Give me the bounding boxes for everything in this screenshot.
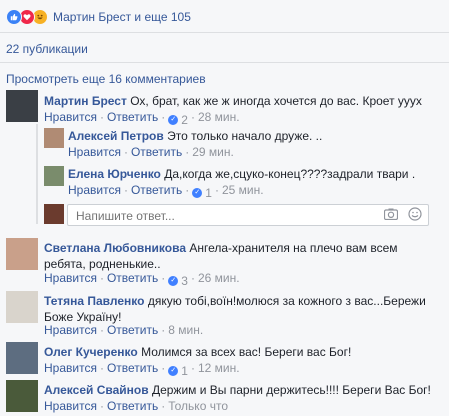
timestamp[interactable]: 8 мин. bbox=[168, 323, 203, 337]
comment-actions: Нравится · Ответить · 29 мин. bbox=[68, 145, 234, 159]
avatar[interactable] bbox=[6, 238, 38, 270]
like-count-value: 1 bbox=[181, 364, 188, 378]
comment-author[interactable]: Олег Кучеренко bbox=[44, 345, 138, 359]
timestamp[interactable]: 29 мин. bbox=[192, 145, 234, 159]
like-count[interactable]: ✓ 1 bbox=[168, 364, 188, 378]
timestamp[interactable]: Только что bbox=[168, 399, 228, 413]
view-more-comments[interactable]: Просмотреть еще 16 комментариев bbox=[6, 72, 206, 86]
comment-actions: Нравится · Ответить · ✓ 2 · 28 мин. bbox=[44, 110, 240, 127]
avatar[interactable] bbox=[6, 90, 38, 122]
comment-author[interactable]: Светлана Любовникова bbox=[44, 241, 186, 255]
comment-body: Светлана Любовникова Ангела-хранителя на… bbox=[44, 240, 434, 272]
like-link[interactable]: Нравится bbox=[68, 183, 121, 197]
comment-text: Ох, брат, как же ж иногда хочется до вас… bbox=[130, 94, 422, 108]
like-icon: ✓ bbox=[192, 188, 203, 198]
timestamp[interactable]: 25 мин. bbox=[222, 183, 264, 197]
emoji-icon[interactable] bbox=[408, 207, 422, 221]
comment-body: Мартин Брест Ох, брат, как же ж иногда х… bbox=[44, 93, 444, 109]
like-icon: ✓ bbox=[168, 276, 179, 286]
comment-body: Елена Юрченко Да,когда же,сцуко-конец???… bbox=[68, 166, 438, 182]
comment-text: Молимся за всех вас! Береги вас Бог! bbox=[141, 345, 352, 359]
comment-body: Тетяна Павленко дякую тобі,воїн!молюся з… bbox=[44, 293, 434, 325]
reply-link[interactable]: Ответить bbox=[107, 110, 158, 124]
current-user-avatar bbox=[44, 204, 64, 224]
like-icon: ✓ bbox=[168, 366, 179, 376]
comment-text: Да,когда же,сцуко-конец????задрали твари… bbox=[164, 167, 416, 181]
avatar[interactable] bbox=[6, 291, 38, 323]
timestamp[interactable]: 26 мин. bbox=[198, 271, 240, 285]
divider bbox=[0, 32, 449, 33]
like-count-value: 1 bbox=[205, 186, 212, 200]
reply-box[interactable] bbox=[67, 204, 429, 226]
reply-link[interactable]: Ответить bbox=[107, 323, 158, 337]
reply-link[interactable]: Ответить bbox=[131, 183, 182, 197]
like-link[interactable]: Нравится bbox=[44, 361, 97, 375]
shares-count[interactable]: 22 публикации bbox=[6, 42, 88, 56]
comment-text: Держим и Вы парни держитесь!!!! Береги В… bbox=[151, 383, 431, 397]
comment-author[interactable]: Алексей Петров bbox=[68, 129, 164, 143]
reactions-bar[interactable] bbox=[6, 9, 48, 25]
reactions-summary[interactable]: Мартин Брест и еще 105 bbox=[53, 10, 191, 24]
reply-link[interactable]: Ответить bbox=[107, 361, 158, 375]
avatar[interactable] bbox=[6, 342, 38, 374]
comment-text: Это только начало друже. .. bbox=[167, 129, 323, 143]
comment-body: Олег Кучеренко Молимся за всех вас! Бере… bbox=[44, 344, 434, 360]
like-count[interactable]: ✓ 3 bbox=[168, 274, 188, 288]
avatar[interactable] bbox=[6, 380, 38, 412]
like-link[interactable]: Нравится bbox=[44, 323, 97, 337]
like-count-value: 2 bbox=[181, 113, 188, 127]
like-link[interactable]: Нравится bbox=[68, 145, 121, 159]
like-link[interactable]: Нравится bbox=[44, 110, 97, 124]
reply-link[interactable]: Ответить bbox=[107, 399, 158, 413]
like-count-value: 3 bbox=[181, 274, 188, 288]
comment-author[interactable]: Алексей Свайнов bbox=[44, 383, 149, 397]
comment-body: Алексей Свайнов Держим и Вы парни держит… bbox=[44, 382, 434, 398]
like-count[interactable]: ✓ 1 bbox=[192, 186, 212, 200]
reply-link[interactable]: Ответить bbox=[107, 271, 158, 285]
reply-input[interactable] bbox=[74, 207, 358, 225]
comment-author[interactable]: Мартин Брест bbox=[44, 94, 127, 108]
like-link[interactable]: Нравится bbox=[44, 271, 97, 285]
like-icon: ✓ bbox=[168, 115, 179, 125]
divider bbox=[0, 62, 449, 63]
avatar[interactable] bbox=[44, 166, 64, 186]
comment-actions: Нравится · Ответить · 8 мин. bbox=[44, 323, 204, 337]
like-count[interactable]: ✓ 2 bbox=[168, 113, 188, 127]
timestamp[interactable]: 12 мин. bbox=[198, 361, 240, 375]
comment-body: Алексей Петров Это только начало друже. … bbox=[68, 128, 438, 144]
comment-actions: Нравится · Ответить · Только что bbox=[44, 399, 228, 413]
comment-actions: Нравится · Ответить · ✓ 1 · 25 мин. bbox=[68, 183, 264, 200]
comment-author[interactable]: Елена Юрченко bbox=[68, 167, 161, 181]
comment-actions: Нравится · Ответить · ✓ 1 · 12 мин. bbox=[44, 361, 240, 378]
avatar[interactable] bbox=[44, 128, 64, 148]
reply-link[interactable]: Ответить bbox=[131, 145, 182, 159]
timestamp[interactable]: 28 мин. bbox=[198, 110, 240, 124]
comment-actions: Нравится · Ответить · ✓ 3 · 26 мин. bbox=[44, 271, 240, 288]
like-icon bbox=[6, 9, 22, 25]
comment-author[interactable]: Тетяна Павленко bbox=[44, 294, 144, 308]
thread-line bbox=[36, 124, 38, 224]
camera-icon[interactable] bbox=[383, 208, 399, 221]
like-link[interactable]: Нравится bbox=[44, 399, 97, 413]
